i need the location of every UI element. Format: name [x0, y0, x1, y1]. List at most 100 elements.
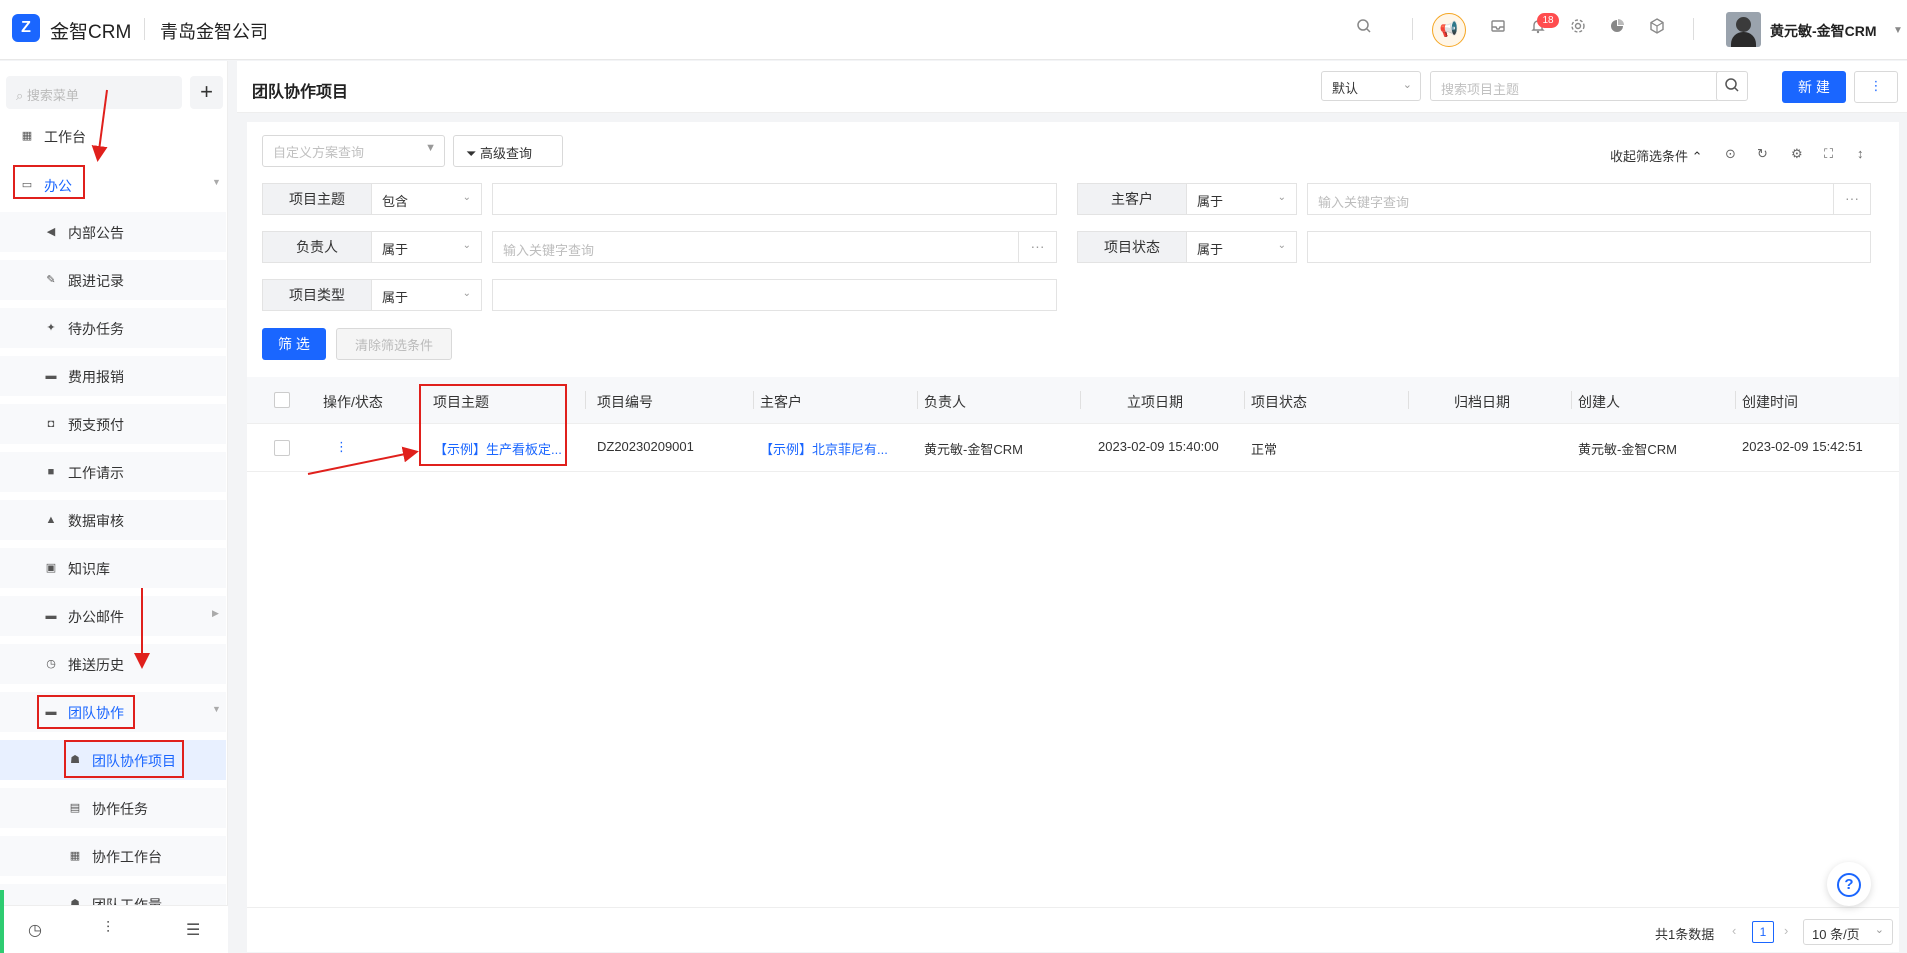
sidebar-item-team-collab[interactable]: ▬ 团队协作 ▼	[0, 692, 226, 732]
divider	[1693, 18, 1694, 40]
cube-icon[interactable]	[1645, 18, 1669, 42]
sidebar-item-followup[interactable]: ✎ 跟进记录	[0, 260, 226, 300]
sidebar-item-audit[interactable]: ▲ 数据审核	[0, 500, 226, 540]
sliders-icon[interactable]: ⫶	[106, 920, 110, 938]
column-height-icon[interactable]: ↕	[1857, 146, 1864, 161]
chevron-down-icon[interactable]: ▼	[1886, 19, 1907, 43]
sidebar-item-announcements[interactable]: ◀ 内部公告	[0, 212, 226, 252]
filter-op-type[interactable]: 属于 ⌄	[372, 279, 482, 311]
refresh-icon[interactable]: ↻	[1757, 146, 1768, 162]
company-name: 青岛金智公司	[160, 22, 268, 42]
advanced-query-button[interactable]: ⏷ 高级查询	[453, 135, 563, 167]
col-start-date[interactable]: 立项日期	[1127, 392, 1183, 412]
page-size-select[interactable]: 10 条/页 ⌄	[1803, 919, 1893, 945]
row-action-menu[interactable]: ⋮	[335, 439, 348, 455]
chevron-down-icon: ⌄	[1277, 240, 1286, 251]
filter-value-subject[interactable]	[492, 183, 1057, 215]
filter-op-owner[interactable]: 属于 ⌄	[372, 231, 482, 263]
owner-picker-button[interactable]: ···	[1018, 231, 1057, 263]
row-subject-link[interactable]: 【示例】生产看板定...	[434, 439, 562, 458]
search-icon[interactable]	[1352, 18, 1376, 42]
next-page-icon[interactable]: ›	[1784, 923, 1788, 938]
prev-page-icon[interactable]: ‹	[1732, 923, 1736, 938]
collapse-filters-link[interactable]: 收起筛选条件 ⌃	[1610, 146, 1703, 165]
row-start-date: 2023-02-09 15:40:00	[1098, 439, 1219, 454]
top-bar: Z 金智CRM 青岛金智公司 📢 18 黄元敏-金智CRM ▼	[0, 0, 1907, 60]
col-archive-date[interactable]: 归档日期	[1454, 392, 1510, 412]
clear-filters-button[interactable]: 清除筛选条件	[336, 328, 452, 360]
play-icon[interactable]: ⊙	[1725, 146, 1736, 162]
filter-value-type[interactable]	[492, 279, 1057, 311]
filter-op-status[interactable]: 属于 ⌄	[1187, 231, 1297, 263]
avatar[interactable]	[1726, 12, 1761, 47]
row-checkbox[interactable]	[274, 440, 290, 456]
user-name[interactable]: 黄元敏-金智CRM	[1770, 21, 1877, 41]
sidebar-item-workbench[interactable]: ▦ 工作台	[0, 116, 226, 156]
stamp-icon: ▲	[45, 514, 57, 526]
col-code[interactable]: 项目编号	[597, 392, 653, 412]
sidebar-item-expense[interactable]: ▬ 费用报销	[0, 356, 226, 396]
chevron-right-icon: ▶	[212, 608, 219, 618]
filter-label-customer: 主客户	[1077, 183, 1187, 215]
col-created-time[interactable]: 创建时间	[1742, 392, 1798, 412]
wallet-icon: ◘	[47, 418, 55, 430]
divider	[144, 18, 145, 40]
history-icon[interactable]: ◷	[28, 920, 42, 940]
collapse-menu-icon[interactable]: ☰	[186, 920, 200, 940]
row-status: 正常	[1251, 442, 1278, 457]
sidebar: ⌕ 搜索菜单 + ▦ 工作台 ▭ 办公 ▼ ◀ 内部公告 ✎ 跟进记录 ✦ 待办任务 ▬ 费用…	[0, 61, 228, 953]
gear-icon[interactable]	[1566, 18, 1590, 42]
chevron-down-icon: ⌄	[1402, 79, 1412, 91]
settings-icon[interactable]: ⚙	[1791, 146, 1803, 162]
sidebar-item-team-workload[interactable]: ☗ 团队工作量	[0, 884, 226, 906]
book-icon: ▣	[45, 562, 57, 574]
page-title: 团队协作项目	[252, 84, 349, 101]
search-button[interactable]	[1716, 71, 1748, 101]
chevron-down-icon: ▼	[212, 704, 221, 714]
project-search-input[interactable]: 搜索项目主题	[1430, 71, 1720, 101]
message-icon: ■	[47, 466, 55, 478]
select-all-checkbox[interactable]	[274, 392, 290, 408]
new-button[interactable]: 新 建	[1782, 71, 1846, 103]
filter-button[interactable]: 筛 选	[262, 328, 326, 360]
sidebar-item-request[interactable]: ■ 工作请示	[0, 452, 226, 492]
sidebar-item-mail[interactable]: ▬ 办公邮件 ▶	[0, 596, 226, 636]
sidebar-item-knowledge[interactable]: ▣ 知识库	[0, 548, 226, 588]
menu-search-input[interactable]: ⌕ 搜索菜单	[6, 76, 182, 109]
row-customer-link[interactable]: 【示例】北京菲尼有...	[760, 439, 888, 458]
more-button[interactable]: ⋮	[1854, 71, 1898, 103]
megaphone-icon: ◀	[46, 226, 56, 238]
filter-value-owner[interactable]: 输入关键字查询	[492, 231, 1019, 263]
scheme-select[interactable]: 自定义方案查询 ▼	[262, 135, 445, 167]
sidebar-item-collab-workbench[interactable]: ▦ 协作工作台	[0, 836, 226, 876]
col-subject[interactable]: 项目主题	[433, 392, 489, 412]
customer-picker-button[interactable]: ···	[1833, 183, 1871, 215]
sidebar-item-prepay[interactable]: ◘ 预支预付	[0, 404, 226, 444]
col-status[interactable]: 项目状态	[1251, 392, 1307, 412]
help-button[interactable]: ?	[1827, 862, 1871, 906]
sidebar-item-team-projects[interactable]: ☗ 团队协作项目	[0, 740, 226, 780]
table-row[interactable]: ⋮ 【示例】生产看板定... DZ20230209001 【示例】北京菲尼有..…	[247, 424, 1899, 472]
pie-chart-icon[interactable]	[1605, 18, 1629, 42]
filter-op-subject[interactable]: 包含 ⌄	[372, 183, 482, 215]
announcement-icon[interactable]: 📢	[1432, 13, 1466, 47]
filter-value-status[interactable]	[1307, 231, 1871, 263]
page-1-button[interactable]: 1	[1752, 921, 1774, 943]
sidebar-item-office[interactable]: ▭ 办公 ▼	[0, 165, 226, 205]
sidebar-item-todo[interactable]: ✦ 待办任务	[0, 308, 226, 348]
pagination-bar: 共1条数据 ‹ 1 › 10 条/页 ⌄	[247, 907, 1899, 952]
fullscreen-icon[interactable]: ⛶	[1824, 146, 1833, 162]
col-owner[interactable]: 负责人	[924, 392, 966, 412]
view-select[interactable]: 默认 ⌄	[1321, 71, 1421, 101]
filter-value-customer[interactable]: 输入关键字查询	[1307, 183, 1834, 215]
filter-label-type: 项目类型	[262, 279, 372, 311]
app-logo-text: 金智CRM	[50, 22, 132, 43]
inbox-icon[interactable]	[1486, 18, 1510, 42]
col-customer[interactable]: 主客户	[760, 392, 802, 412]
sidebar-item-push-history[interactable]: ◷ 推送历史	[0, 644, 226, 684]
col-creator[interactable]: 创建人	[1578, 392, 1620, 412]
add-menu-button[interactable]: +	[190, 76, 223, 109]
filter-op-customer[interactable]: 属于 ⌄	[1187, 183, 1297, 215]
sidebar-item-collab-tasks[interactable]: ▤ 协作任务	[0, 788, 226, 828]
notification-badge: 18	[1537, 13, 1559, 28]
